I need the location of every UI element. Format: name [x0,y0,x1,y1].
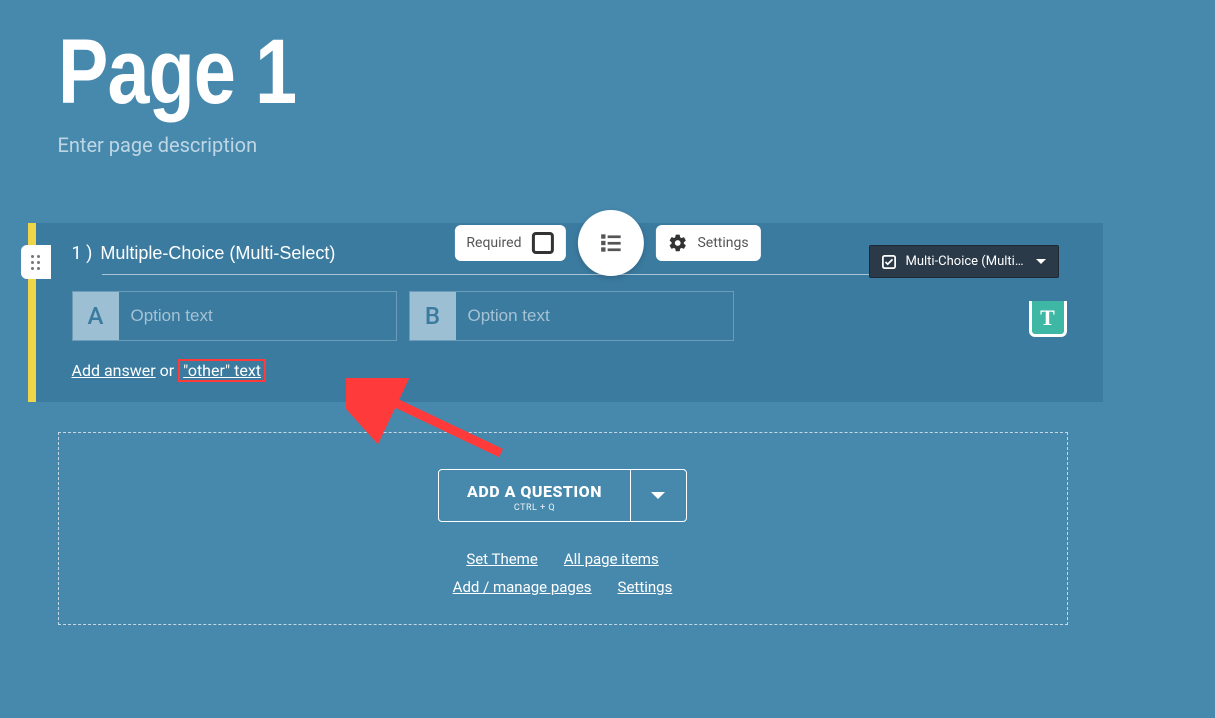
option-b: B [409,291,734,341]
add-option-row: Add answer or "other" text [72,359,1063,382]
or-text: or [156,361,178,380]
chevron-down-icon [1036,259,1046,264]
settings-label: Settings [697,235,748,251]
chevron-down-icon [651,492,665,499]
gear-icon [667,233,687,253]
checkbox-empty-icon [531,232,553,254]
question-type-button[interactable] [577,210,643,276]
text-format-tab[interactable]: T [1029,301,1067,337]
page-title[interactable]: Page 1 [58,20,960,125]
question-number: 1 ) [72,243,93,264]
set-theme-link[interactable]: Set Theme [466,550,537,568]
required-toggle[interactable]: Required [454,225,565,261]
settings-button[interactable]: Settings [655,225,760,261]
option-a-input[interactable] [119,292,396,340]
list-icon [597,230,623,256]
option-a: A [72,291,397,341]
add-question-label: ADD A QUESTION [467,482,602,501]
add-question-shortcut: CTRL + Q [514,503,555,513]
add-answer-link[interactable]: Add answer [72,361,156,380]
manage-pages-link[interactable]: Add / manage pages [453,578,592,596]
drag-icon [31,255,40,270]
page-description-input[interactable]: Enter page description [58,133,1158,157]
option-letter: B [410,292,456,340]
options-row: A B [72,291,1063,341]
add-question-area: ADD A QUESTION CTRL + Q Set Theme All pa… [58,432,1068,625]
all-page-items-link[interactable]: All page items [564,550,659,568]
option-letter: A [73,292,119,340]
required-label: Required [466,235,521,251]
question-toolbar: Required Settings [454,210,760,276]
add-question-dropdown[interactable] [630,470,686,521]
drag-handle[interactable] [21,245,51,279]
add-question-button-group: ADD A QUESTION CTRL + Q [438,469,687,522]
question-type-select[interactable]: Multi-Choice (Multi … [869,245,1059,278]
checkbox-checked-icon [882,255,896,269]
settings-link[interactable]: Settings [618,578,673,596]
option-b-input[interactable] [456,292,733,340]
question-type-label: Multi-Choice (Multi … [906,254,1026,269]
other-text-link[interactable]: "other" text [178,359,266,382]
add-question-button[interactable]: ADD A QUESTION CTRL + Q [439,470,630,521]
footer-links: Set Theme All page items Add / manage pa… [79,550,1047,596]
